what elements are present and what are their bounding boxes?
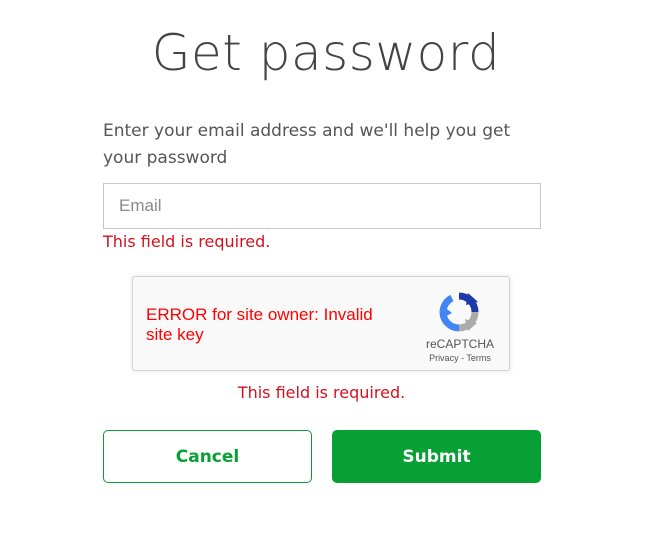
page-description: Enter your email address and we'll help … [103, 121, 511, 168]
cancel-button[interactable]: Cancel [103, 430, 312, 483]
page-title: Get password [151, 24, 501, 82]
email-error-message: This field is required. [103, 232, 271, 251]
submit-button[interactable]: Submit [332, 430, 541, 483]
recaptcha-logo-icon [439, 292, 479, 332]
terms-link[interactable]: Terms [466, 353, 491, 363]
email-field-wrapper [103, 183, 541, 229]
recaptcha-widget: ERROR for site owner: Invalid site key r… [132, 276, 510, 371]
privacy-link[interactable]: Privacy [429, 353, 459, 363]
email-field[interactable] [104, 184, 540, 228]
recaptcha-links: Privacy - Terms [424, 353, 496, 363]
captcha-error-message: This field is required. [237, 383, 406, 402]
recaptcha-error-message: ERROR for site owner: Invalid site key [146, 305, 373, 344]
recaptcha-brand-label: reCAPTCHA [425, 337, 494, 351]
